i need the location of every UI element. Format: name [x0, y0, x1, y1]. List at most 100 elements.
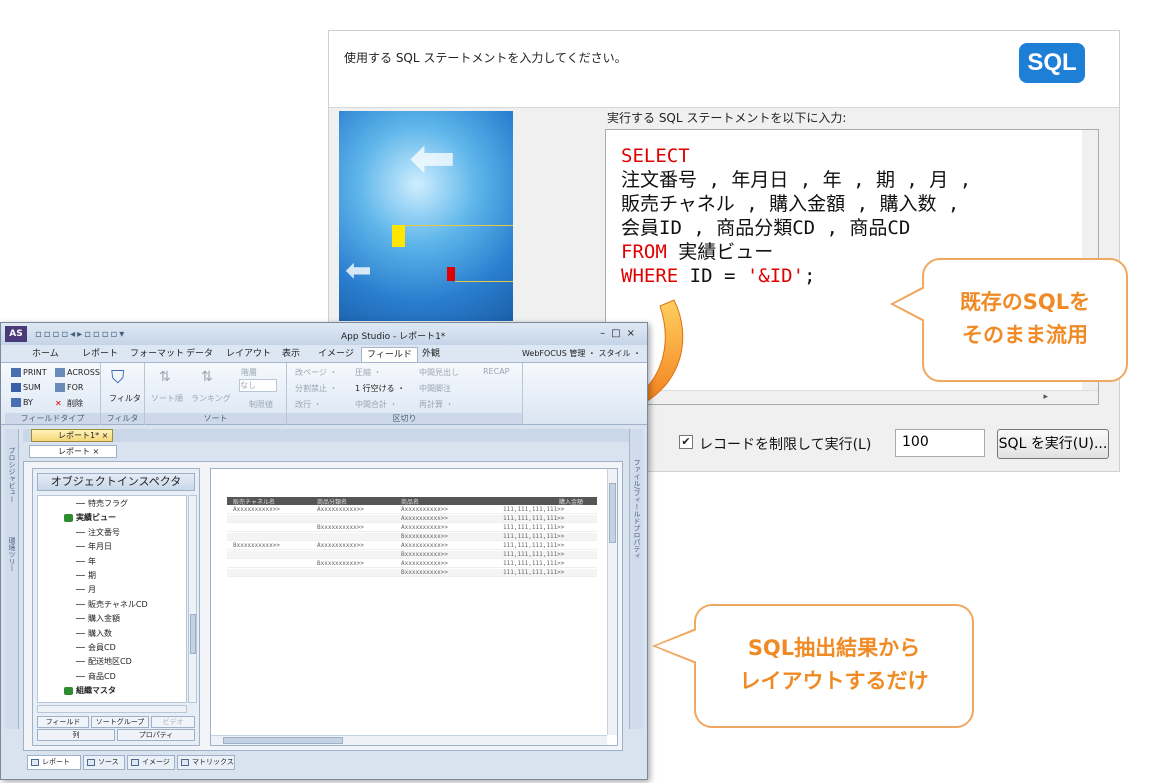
scroll-thumb[interactable]	[190, 614, 196, 654]
ribbon-tab[interactable]: ホーム	[27, 347, 64, 362]
limit-select[interactable]: なし	[239, 379, 277, 392]
sub-footing-button[interactable]: 中間脚注	[419, 383, 451, 394]
ribbon-tab[interactable]: 外観	[417, 347, 445, 362]
tree-field[interactable]: 月	[76, 584, 96, 595]
tree-field[interactable]: 販売チャネルCD	[76, 599, 148, 610]
delete-button[interactable]: ✕ 削除	[55, 398, 83, 409]
sql-code[interactable]: SELECT 注文番号 , 年月日 , 年 , 期 , 月 , 販売チャネル ,…	[621, 144, 971, 288]
tab-image-view[interactable]: イメージ	[127, 755, 175, 770]
report-row[interactable]: Bxxxxxxxxxx>> Axxxxxxxxxx>> 111,111,111,11…	[227, 524, 597, 532]
field-tree[interactable]: 特売フラグ実績ビュー注文番号年月日年期月販売チャネルCD 購入金額購入数会員CD 配…	[37, 495, 187, 703]
menu-right[interactable]: WebFOCUS 管理 ・ スタイル ・	[522, 348, 641, 359]
tab-video[interactable]: ビデオ	[151, 716, 195, 728]
report-column-header[interactable]: 販売チャネル名	[233, 497, 275, 506]
tab-properties[interactable]: プロパティ	[117, 729, 195, 741]
sql-line[interactable]: WHERE ID = '&ID';	[621, 265, 816, 287]
tree-horizontal-scrollbar[interactable]	[37, 705, 187, 713]
sql-line[interactable]: 注文番号 , 年月日 , 年 , 期 , 月 ,	[621, 169, 971, 191]
ribbon-tab[interactable]: フィールド	[361, 347, 418, 362]
no-split-button[interactable]: 分割禁止 ・	[295, 383, 338, 394]
sql-line[interactable]: 会員ID , 商品分類CD , 商品CD	[621, 217, 910, 239]
tree-field[interactable]: 特売フラグ	[76, 498, 128, 509]
report-row[interactable]: Bxxxxxxxxxx>> 111,111,111,111>>	[227, 551, 597, 559]
report-column-header[interactable]: 商品名	[401, 497, 419, 506]
tab-report-view[interactable]: レポート	[27, 755, 81, 770]
close-icon[interactable]: ×	[102, 431, 109, 440]
field-properties-tab[interactable]: ファイル/フィールドプロパティ	[632, 459, 642, 559]
tree-field[interactable]: 会員CD	[76, 642, 116, 653]
tab-fields[interactable]: フィールド	[37, 716, 89, 728]
app-logo-icon[interactable]: AS	[5, 326, 27, 342]
report-row[interactable]: Bxxxxxxxxxx>> Axxxxxxxxxx>> 111,111,111,11…	[227, 560, 597, 568]
report-row[interactable]: Bxxxxxxxxxx>> Axxxxxxxxxx>> Axxxxxxxxxx>> 1…	[227, 542, 597, 550]
quick-access-toolbar[interactable]: ▫▫▫▫◂▸▫▫▫▫▾	[35, 329, 126, 340]
sql-line[interactable]: 販売チャネル , 購入金額 , 購入数 ,	[621, 193, 959, 215]
limit-checkbox-label[interactable]: レコードを制限して実行(L)	[699, 434, 871, 454]
environment-tree-tab[interactable]: 環境ツリー	[7, 537, 17, 572]
ranking-button[interactable]: ランキング	[191, 393, 231, 404]
scroll-thumb[interactable]	[609, 483, 616, 543]
ribbon-tab[interactable]: レポート	[77, 347, 123, 362]
filter-button[interactable]: フィルタ	[109, 393, 141, 404]
sub-heading-button[interactable]: 中間見出し	[419, 367, 459, 378]
for-button[interactable]: FOR	[55, 383, 83, 392]
ribbon-tab[interactable]: 表示	[277, 347, 305, 362]
report-canvas[interactable]: 販売チャネル名 商品分類名 商品名 購入金額 Axxxxxxxxxx>> Axxxxxx…	[210, 468, 618, 746]
report-column-header[interactable]: 商品分類名	[317, 497, 347, 506]
report-column-header[interactable]: 購入金額	[559, 497, 583, 506]
sum-button[interactable]: SUM	[11, 383, 41, 392]
compress-button[interactable]: 圧縮 ・	[355, 367, 382, 378]
recompute-button[interactable]: 再計算 ・	[419, 399, 454, 410]
tree-group[interactable]: 実績ビュー	[64, 512, 116, 523]
tree-vertical-scrollbar[interactable]	[188, 495, 197, 703]
report-header-row[interactable]: 販売チャネル名 商品分類名 商品名 購入金額	[227, 497, 597, 506]
hierarchy-button[interactable]: 階層	[241, 367, 257, 378]
scroll-thumb[interactable]	[223, 737, 343, 744]
close-icon[interactable]: ×	[93, 447, 100, 456]
across-button[interactable]: ACROSS	[55, 368, 100, 377]
by-button[interactable]: BY	[11, 398, 33, 407]
report-row[interactable]: Axxxxxxxxxx>> Axxxxxxxxxx>> Axxxxxxxxxx>> 1…	[227, 506, 597, 514]
tab-source-view[interactable]: ソース	[83, 755, 125, 770]
subtotal-button[interactable]: 中間合計 ・	[355, 399, 398, 410]
limit-value-button[interactable]: 制限値	[249, 399, 273, 410]
report-row[interactable]: Bxxxxxxxxxx>> 111,111,111,111>>	[227, 569, 597, 577]
document-tab[interactable]: レポート1* ×	[31, 429, 113, 442]
tree-field[interactable]: 期	[76, 570, 96, 581]
report-subtab[interactable]: レポート ×	[29, 445, 117, 458]
report-row[interactable]: Axxxxxxxxxx>> 111,111,111,111>>	[227, 515, 597, 523]
filter-icon[interactable]: ⛉	[111, 367, 125, 388]
tree-field[interactable]: 購入金額	[76, 613, 120, 624]
ribbon-tab[interactable]: イメージ	[313, 347, 359, 362]
tab-matrix-view[interactable]: マトリックス	[177, 755, 235, 770]
ribbon-tab[interactable]: データ	[181, 347, 218, 362]
window-controls[interactable]: –□×	[600, 328, 641, 339]
procedure-view-tab[interactable]: プロシジャビュー	[7, 447, 17, 503]
tree-field[interactable]: 年	[76, 556, 96, 567]
tree-field[interactable]: 注文番号	[76, 527, 120, 538]
skip-line-button[interactable]: 1 行空ける ・	[355, 383, 405, 394]
limit-input[interactable]: 100	[895, 429, 985, 457]
canvas-vertical-scrollbar[interactable]	[607, 469, 617, 735]
tree-group[interactable]: 組織マスタ	[64, 685, 116, 696]
sql-line[interactable]: FROM 実績ビュー	[621, 241, 773, 263]
tree-field[interactable]: 年月日	[76, 541, 112, 552]
tree-field[interactable]: 購入数	[76, 628, 112, 639]
run-sql-button[interactable]: SQL を実行(U)...	[997, 429, 1109, 459]
ribbon-tab[interactable]: フォーマット	[125, 347, 189, 362]
ribbon-tab[interactable]: レイアウト	[221, 347, 276, 362]
limit-checkbox[interactable]: ✔	[679, 435, 693, 449]
tree-field[interactable]: 配送地区CD	[76, 656, 132, 667]
recap-button[interactable]: RECAP	[483, 367, 510, 376]
report-row[interactable]: Bxxxxxxxxxx>> 111,111,111,111>>	[227, 533, 597, 541]
sql-line[interactable]: SELECT	[621, 145, 690, 167]
print-button[interactable]: PRINT	[11, 368, 47, 377]
canvas-horizontal-scrollbar[interactable]	[211, 735, 607, 745]
tab-columns[interactable]: 列	[37, 729, 115, 741]
page-break-button[interactable]: 改ページ ・	[295, 367, 337, 378]
tab-sort-group[interactable]: ソートグループ	[91, 716, 149, 728]
sort-order-button[interactable]: ソート順	[151, 393, 183, 404]
tree-field[interactable]: 商品CD	[76, 671, 116, 682]
scroll-right-icon[interactable]: ▸	[1043, 392, 1048, 402]
line-break-button[interactable]: 改行 ・	[295, 399, 322, 410]
